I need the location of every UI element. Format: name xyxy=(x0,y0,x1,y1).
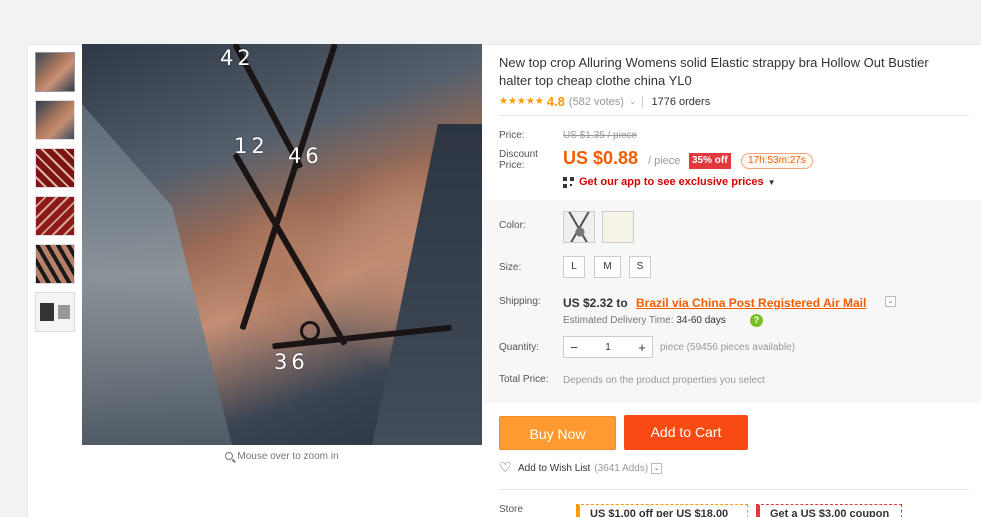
zoom-hint-text: Mouse over to zoom in xyxy=(237,451,339,462)
chevron-down-icon[interactable]: ⌄ xyxy=(885,296,896,307)
shipping-price: US $2.32 to xyxy=(563,296,628,310)
image-shirt-left xyxy=(82,104,232,445)
delivery-days: 34-60 days xyxy=(676,315,726,326)
coupon-text: US $1.00 off per US $18.00 xyxy=(590,508,729,517)
votes-count[interactable]: (582 votes) xyxy=(569,96,624,108)
rating-row: ★★★★★ 4.8 (582 votes) ⌄ 1776 orders xyxy=(499,94,710,109)
buy-now-button[interactable]: Buy Now xyxy=(499,416,616,450)
divider xyxy=(642,96,644,107)
price-label: Price: xyxy=(499,130,525,141)
size-option-s[interactable]: S xyxy=(629,256,651,278)
star-rating-icon: ★★★★★ xyxy=(499,96,544,107)
image-shirt-right xyxy=(372,124,482,445)
divider xyxy=(499,115,969,116)
caret-down-icon: ▼ xyxy=(767,177,776,187)
divider xyxy=(499,489,969,490)
image-measure-label: 46 xyxy=(288,144,323,168)
color-swatch-1[interactable] xyxy=(563,211,595,243)
wishlist-label: Add to Wish List xyxy=(518,462,591,474)
rating-value: 4.8 xyxy=(546,94,565,109)
qr-code-icon xyxy=(563,176,574,188)
thumbnail-5[interactable] xyxy=(35,244,75,284)
size-label: Size: xyxy=(499,262,522,273)
total-price-label: Total Price: xyxy=(499,374,549,385)
color-label: Color: xyxy=(499,220,526,231)
plus-icon[interactable]: + xyxy=(632,340,652,355)
thumbnail-1[interactable] xyxy=(35,52,75,92)
chevron-down-icon[interactable]: ⌄ xyxy=(651,462,663,474)
add-to-cart-button[interactable]: Add to Cart xyxy=(624,415,748,450)
image-measure-label: 36 xyxy=(274,350,309,374)
thumbnail-3[interactable] xyxy=(35,148,75,188)
discount-label-line-1: Discount xyxy=(499,149,538,160)
countdown-timer: 17h:53m:27s xyxy=(741,153,813,169)
image-ring xyxy=(300,321,320,341)
product-title: New top crop Alluring Womens solid Elast… xyxy=(499,55,929,88)
coupon-text: Get a US $3.00 coupon xyxy=(770,508,890,517)
quantity-available: piece (59456 pieces available) xyxy=(660,342,796,353)
app-promo-text: Get our app to see exclusive prices xyxy=(579,176,764,188)
discount-price-label: Discount Price: xyxy=(499,149,538,171)
help-icon[interactable]: ? xyxy=(750,314,763,327)
image-measure-label: 42 xyxy=(220,46,255,70)
delivery-label: Estimated Delivery Time: xyxy=(563,315,674,326)
shipping-label: Shipping: xyxy=(499,296,541,307)
heart-icon xyxy=(499,459,512,476)
chevron-down-icon[interactable]: ⌄ xyxy=(629,96,637,107)
discount-price: US $0.88 xyxy=(563,148,639,168)
per-piece-unit: / piece xyxy=(648,155,681,167)
shipping-method-link[interactable]: Brazil via China Post Registered Air Mai… xyxy=(636,296,866,310)
main-product-image[interactable]: 42 12 46 36 xyxy=(82,44,482,445)
add-to-wishlist-link[interactable]: Add to Wish List (3641 Adds) ⌄ xyxy=(499,459,663,476)
wishlist-count: (3641 Adds) xyxy=(594,462,649,474)
color-swatch-2[interactable] xyxy=(602,211,634,243)
store-coupon-1[interactable]: US $1.00 off per US $18.00 xyxy=(576,504,748,517)
size-option-m[interactable]: M xyxy=(594,256,621,278)
zoom-hint: Mouse over to zoom in xyxy=(82,451,482,462)
original-price: US $1.35 / piece xyxy=(563,130,637,141)
orders-count: 1776 orders xyxy=(651,95,711,108)
thumbnail-list xyxy=(35,52,75,340)
discount-label-line-2: Price: xyxy=(499,160,525,171)
magnifier-icon xyxy=(225,452,234,460)
image-measure-label: 12 xyxy=(234,134,269,158)
discount-badge: 35% off xyxy=(689,153,731,169)
size-option-l[interactable]: L xyxy=(563,256,585,278)
app-promo-link[interactable]: Get our app to see exclusive prices ▼ xyxy=(563,176,776,188)
quantity-input[interactable] xyxy=(588,338,628,356)
thumbnail-2[interactable] xyxy=(35,100,75,140)
minus-icon[interactable]: − xyxy=(564,340,584,355)
thumbnail-4[interactable] xyxy=(35,196,75,236)
store-label: Store xyxy=(499,504,523,515)
delivery-time: Estimated Delivery Time: 34-60 days xyxy=(563,315,726,326)
quantity-stepper: − + xyxy=(563,336,653,358)
total-price-note: Depends on the product properties you se… xyxy=(563,375,765,386)
thumbnail-6[interactable] xyxy=(35,292,75,332)
quantity-label: Quantity: xyxy=(499,342,540,353)
store-coupon-2[interactable]: Get a US $3.00 coupon xyxy=(756,504,902,517)
